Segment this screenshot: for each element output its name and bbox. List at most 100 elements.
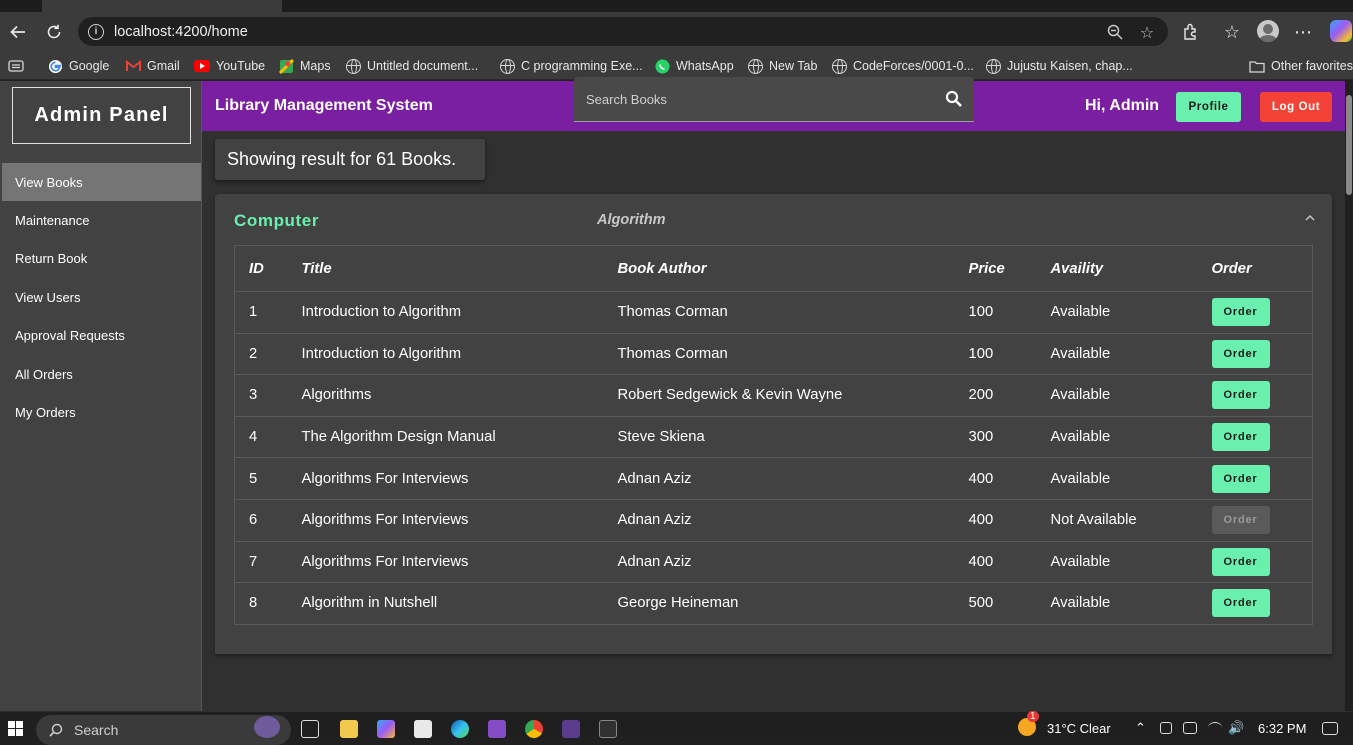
table-row: 3 Algorithms Robert Sedgewick & Kevin Wayn… <box>234 374 1313 417</box>
bookmark-gmail[interactable]: Gmail <box>125 57 180 75</box>
windows-start-icon[interactable] <box>8 721 23 736</box>
cell-title: Algorithms <box>301 374 618 417</box>
file-explorer-icon[interactable] <box>340 720 358 738</box>
bookmark-codeforces[interactable]: CodeForces/0001-0... <box>832 57 974 75</box>
battery-icon[interactable] <box>1183 722 1197 734</box>
bookmark-youtube[interactable]: YouTube <box>194 57 265 75</box>
sidebar-item-maintenance[interactable]: Maintenance <box>2 201 201 239</box>
bookmark-label: Google <box>69 59 110 73</box>
task-view-icon[interactable] <box>301 720 319 738</box>
sidebar-item-return-book[interactable]: Return Book <box>2 239 201 277</box>
search-input[interactable] <box>574 77 934 121</box>
whatsapp-icon <box>654 58 670 74</box>
chevron-up-icon[interactable] <box>1303 211 1317 225</box>
store-app-icon[interactable] <box>414 720 432 738</box>
info-icon[interactable]: i <box>88 23 104 40</box>
browser-active-tab[interactable] <box>42 0 282 12</box>
tray-chevron-icon[interactable]: ⌃ <box>1135 721 1146 736</box>
bookmarks-bar: Google Gmail YouTube Maps Untitled docum… <box>0 51 1353 80</box>
sidebar-item-view-users[interactable]: View Users <box>2 278 201 316</box>
refresh-icon[interactable] <box>41 19 67 45</box>
order-button[interactable]: Order <box>1211 423 1270 452</box>
address-bar[interactable]: i localhost:4200/home ☆ <box>78 17 1168 46</box>
bookmark-label: Untitled document... <box>367 59 479 73</box>
table-row: 1 Introduction to Algorithm Thomas Corman 1… <box>234 291 1313 334</box>
bookmark-whatsapp[interactable]: WhatsApp <box>654 57 734 75</box>
table-row: 8 Algorithm in Nutshell George Heineman 500… <box>234 582 1313 625</box>
subcategory-title: Algorithm <box>597 212 666 228</box>
bookmark-c-programming[interactable]: C programming Exe... <box>500 57 643 75</box>
order-button[interactable]: Order <box>1211 381 1270 410</box>
bookmark-google[interactable]: Google <box>47 57 109 75</box>
order-button[interactable]: Order <box>1211 464 1270 493</box>
cell-author: Thomas Corman <box>617 291 969 334</box>
bookmark-untitled-document[interactable]: Untitled document... <box>346 57 478 75</box>
notification-center-icon[interactable] <box>1322 722 1338 735</box>
category-panel: Computer Algorithm ID Title Book Author … <box>215 194 1332 654</box>
scrollbar-thumb[interactable] <box>1346 95 1352 195</box>
cell-price: 400 <box>968 499 1051 542</box>
order-button[interactable]: Order <box>1211 547 1270 576</box>
table-row: 6 Algorithms For Interviews Adnan Aziz 400 N… <box>234 499 1313 542</box>
notification-badge: 1 <box>1027 711 1039 722</box>
sidebar-item-my-orders[interactable]: My Orders <box>2 393 201 431</box>
bookmark-label: C programming Exe... <box>521 59 643 73</box>
chrome-icon[interactable] <box>525 720 543 738</box>
table-header-row: ID Title Book Author Price Availity Orde… <box>234 245 1313 292</box>
reading-list-icon[interactable] <box>8 57 24 75</box>
back-arrow-icon[interactable] <box>5 19 31 45</box>
visual-studio-icon[interactable] <box>488 720 506 738</box>
profile-avatar-icon[interactable] <box>1257 20 1279 42</box>
copilot-icon[interactable] <box>1330 20 1352 42</box>
favorite-star-icon[interactable]: ☆ <box>1136 21 1158 43</box>
sidebar-item-all-orders[interactable]: All Orders <box>2 355 201 393</box>
clock-time[interactable]: 6:32 PM <box>1258 721 1306 736</box>
globe-icon <box>832 58 847 74</box>
extensions-icon[interactable] <box>1178 19 1204 45</box>
column-header-price: Price <box>968 245 1051 292</box>
taskbar-search[interactable]: Search <box>36 715 291 745</box>
search-icon[interactable] <box>945 90 963 108</box>
cell-availability: Available <box>1050 291 1212 334</box>
favorites-icon[interactable]: ☆ <box>1219 19 1245 45</box>
sidebar-item-approval-requests[interactable]: Approval Requests <box>2 316 201 354</box>
cell-id: 7 <box>234 541 302 584</box>
cell-availability: Available <box>1050 582 1212 625</box>
edge-icon[interactable] <box>451 720 469 738</box>
bookmark-label: Other favorites <box>1271 59 1353 73</box>
volume-icon[interactable]: 🔊 <box>1228 721 1244 736</box>
tray-app-icon[interactable] <box>1160 722 1172 734</box>
category-title[interactable]: Computer <box>234 211 319 231</box>
order-button[interactable]: Order <box>1211 339 1270 368</box>
cell-title: Algorithms For Interviews <box>301 457 618 500</box>
order-button[interactable]: Order <box>1211 589 1270 618</box>
bookmark-other-favorites[interactable]: Other favorites <box>1249 57 1353 75</box>
column-header-availability: Availity <box>1050 245 1212 292</box>
cell-title: Introduction to Algorithm <box>301 333 618 376</box>
logout-button[interactable]: Log Out <box>1260 92 1332 122</box>
bookmark-maps[interactable]: Maps <box>278 57 331 75</box>
cell-id: 8 <box>234 582 302 625</box>
zoom-icon[interactable] <box>1104 21 1126 43</box>
table-row: 2 Introduction to Algorithm Thomas Corman 1… <box>234 333 1313 376</box>
wifi-icon[interactable] <box>1208 722 1222 734</box>
bookmark-new-tab[interactable]: New Tab <box>748 57 817 75</box>
cell-price: 300 <box>968 416 1051 459</box>
cell-order: Order <box>1211 416 1313 459</box>
bookmark-jujutsu-kaisen[interactable]: Jujustu Kaisen, chap... <box>986 57 1133 75</box>
terminal-icon[interactable] <box>562 720 580 738</box>
weather-text[interactable]: 31°C Clear <box>1047 721 1111 736</box>
cell-availability: Available <box>1050 541 1212 584</box>
command-prompt-icon[interactable] <box>599 720 617 738</box>
globe-icon <box>346 58 361 74</box>
cell-author: Adnan Aziz <box>617 457 969 500</box>
copilot-taskbar-icon[interactable] <box>377 720 395 738</box>
sidebar-item-view-books[interactable]: View Books <box>2 163 201 201</box>
more-icon[interactable]: ⋯ <box>1290 19 1316 45</box>
cell-author: Steve Skiena <box>617 416 969 459</box>
maps-icon <box>278 58 294 74</box>
page-scrollbar[interactable] <box>1345 81 1353 711</box>
order-button[interactable]: Order <box>1211 298 1270 327</box>
bookmark-label: WhatsApp <box>676 59 734 73</box>
profile-button[interactable]: Profile <box>1176 92 1241 122</box>
